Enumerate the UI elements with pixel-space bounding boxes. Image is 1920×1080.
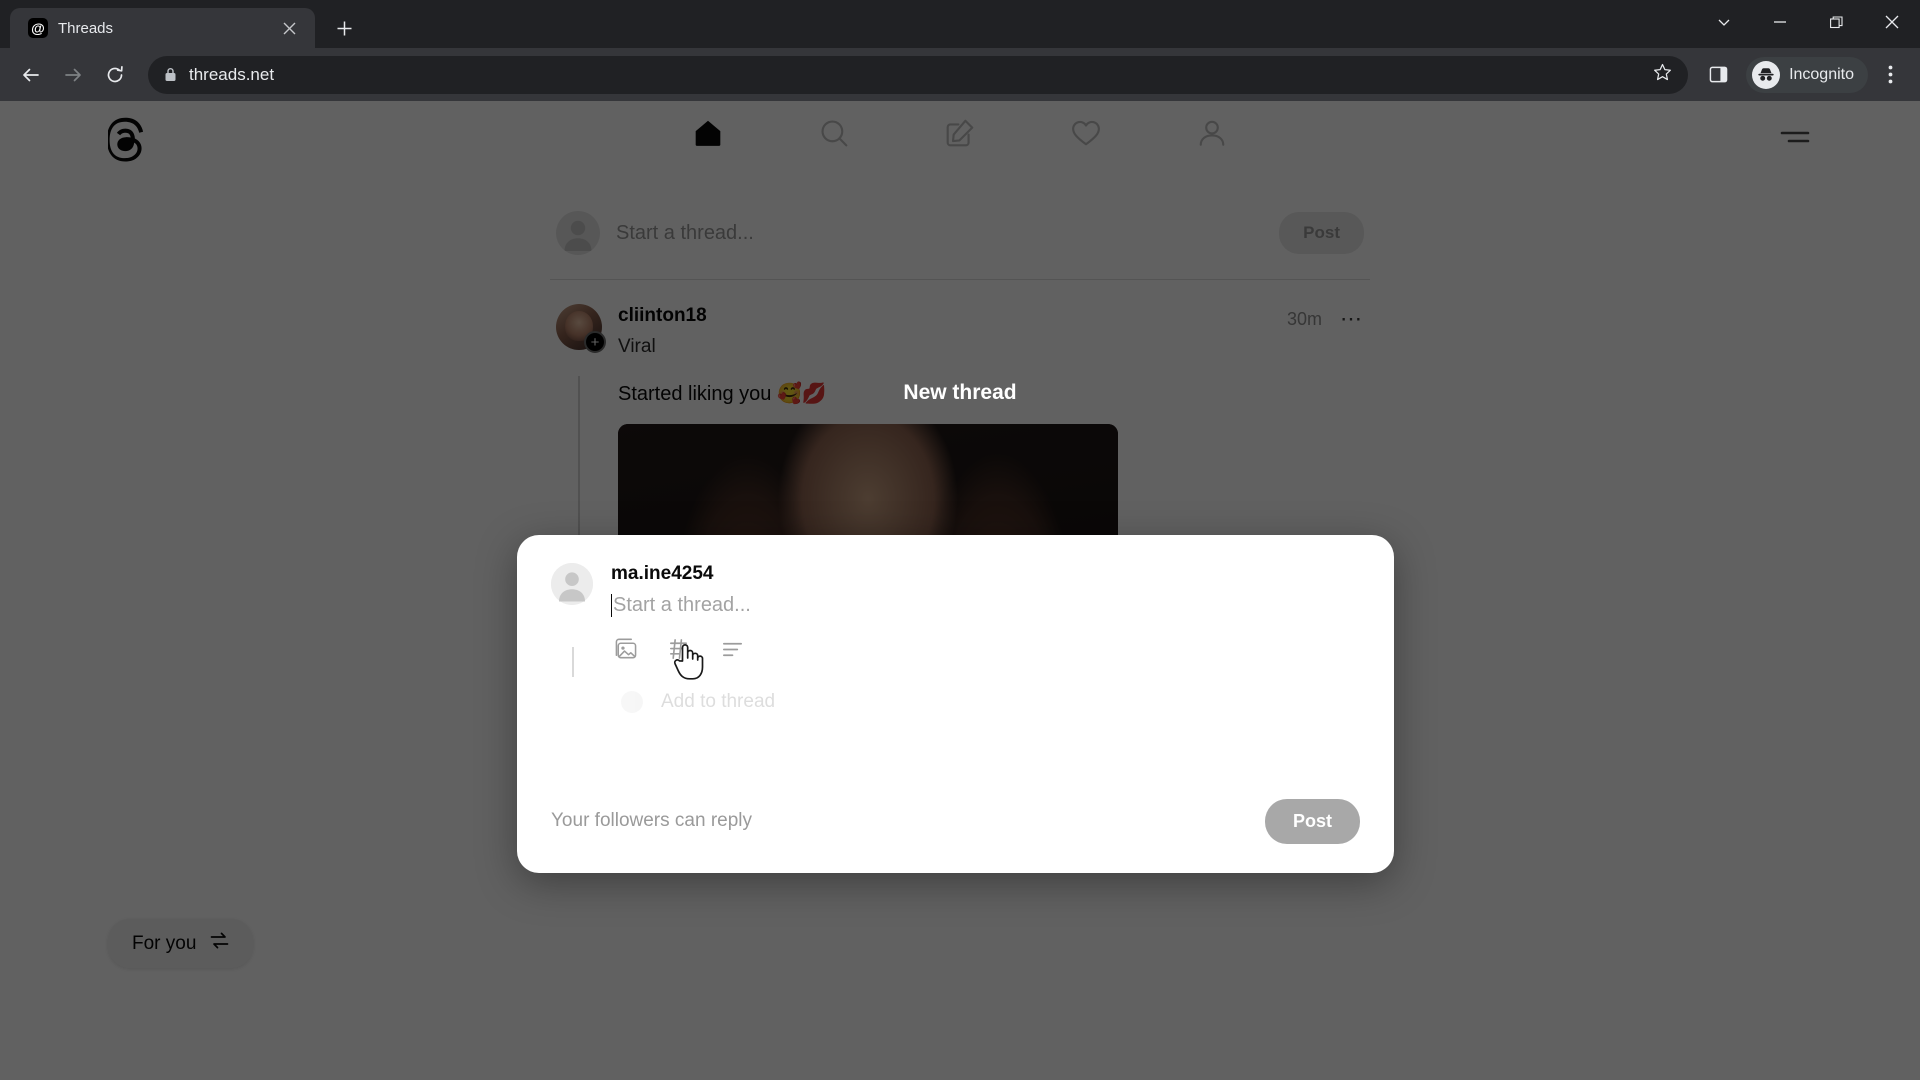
poll-list-icon[interactable] [719,637,745,663]
text-caret [611,593,612,617]
add-to-thread-label: Add to thread [661,690,776,712]
add-to-thread-row[interactable]: Add to thread [611,690,1360,713]
incognito-label: Incognito [1789,65,1854,83]
dialog-composer-col: ma.ine4254 Start a thread... Add to thre… [611,563,1360,713]
side-panel-icon[interactable] [1698,55,1738,95]
dialog-footer: Your followers can reply Post [517,779,1394,873]
new-tab-button[interactable] [327,11,361,45]
dialog-username: ma.ine4254 [611,563,714,584]
threads-logo-icon: @ [28,18,48,38]
browser-tab-threads[interactable]: @ Threads [10,8,315,48]
reload-icon[interactable] [96,56,134,94]
window-controls [1696,0,1920,44]
browser-window: @ Threads threads.net Incognito New thre… [0,0,1920,1080]
threads-content: Start a thread... Post + cliinton18 Vira… [0,101,1920,1080]
dialog-post-button[interactable]: Post [1264,798,1360,844]
incognito-hat-glasses-icon [1752,60,1781,89]
dialog-placeholder: Start a thread... [613,593,751,616]
new-thread-dialog: ma.ine4254 Start a thread... Add to thre… [517,535,1394,873]
browser-toolbar: threads.net Incognito [0,48,1920,101]
lock-icon [164,67,177,82]
pointing-hand-cursor [672,641,704,686]
dialog-thread-line [572,647,574,677]
dialog-body: ma.ine4254 Start a thread... Add to thre… [517,535,1394,779]
restore-icon[interactable] [1808,0,1864,44]
incognito-indicator[interactable]: Incognito [1746,56,1868,93]
dialog-composer-row: ma.ine4254 Start a thread... Add to thre… [551,563,1360,713]
back-arrow-icon[interactable] [12,56,50,94]
chevron-down-icon[interactable] [1696,0,1752,44]
modal-title: New thread [903,381,1017,404]
forward-arrow-icon[interactable] [54,56,92,94]
close-icon[interactable] [277,16,301,40]
minimize-icon[interactable] [1752,0,1808,44]
address-bar[interactable]: threads.net [148,55,1689,94]
user-avatar-icon [551,563,593,605]
threads-page: Start a thread... Post + cliinton18 Vira… [0,101,1920,1080]
close-window-icon[interactable] [1864,0,1920,44]
add-thread-avatar-icon [621,690,643,713]
address-bar-url: threads.net [189,64,275,84]
tab-title: Threads [58,19,114,37]
image-icon[interactable] [611,637,637,663]
dialog-text-input[interactable]: Start a thread... [611,593,1360,617]
reply-setting-button[interactable]: Your followers can reply [551,810,752,832]
tab-strip: @ Threads [0,0,1920,48]
bookmark-star-icon[interactable] [1653,63,1672,87]
three-dot-menu-icon[interactable] [1872,55,1908,95]
dialog-tools [611,637,1360,663]
